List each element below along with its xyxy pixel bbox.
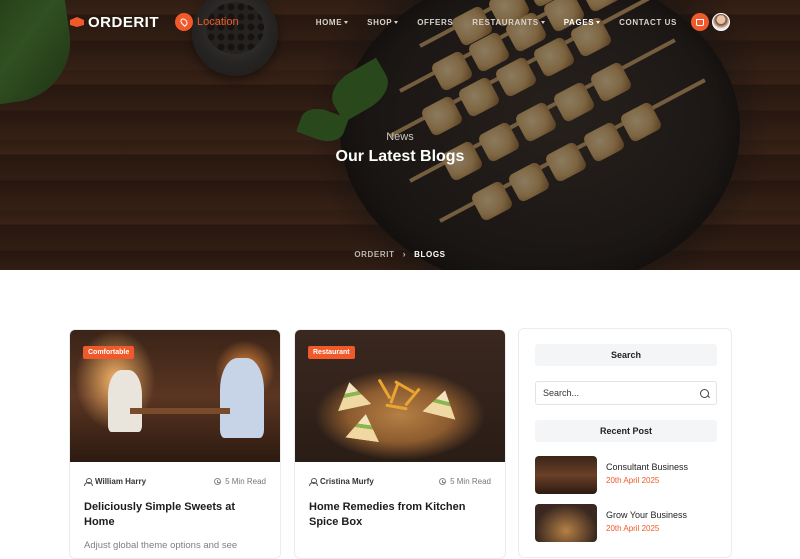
user-avatar[interactable] (712, 13, 730, 31)
recent-post-thumbnail[interactable] (535, 456, 597, 494)
search-heading: Search (535, 344, 717, 366)
menu-item-label: RESTAURANTS (472, 17, 539, 27)
location-pin-icon (175, 13, 193, 31)
menu-item-pages[interactable]: PAGES (563, 17, 601, 27)
blog-card-excerpt: Adjust global theme options and see (84, 540, 238, 551)
recent-post-item[interactable]: Consultant Business 20th April 2025 (535, 456, 688, 494)
brand-logo[interactable]: ORDERIT (70, 14, 159, 31)
category-badge[interactable]: Restaurant (308, 346, 355, 359)
author[interactable]: William Harry (84, 477, 146, 486)
image-sandwich-figure (422, 386, 461, 419)
page-title: Our Latest Blogs (335, 148, 465, 165)
cart-button[interactable] (691, 13, 709, 31)
menu-item-restaurants[interactable]: RESTAURANTS (472, 17, 545, 27)
menu-item-offers[interactable]: OFFERS (417, 18, 453, 27)
chevron-down-icon (596, 20, 601, 24)
breadcrumb-current: BLOGS (414, 249, 446, 259)
hero-banner: ORDERIT Location HOME SHOP OFFERS RESTAU… (0, 0, 800, 270)
author-name: William Harry (95, 477, 147, 486)
chevron-down-icon (540, 20, 545, 24)
blog-card-meta: William Harry 5 Min Read (70, 462, 280, 486)
blog-card[interactable]: Restaurant Cristina Murfy 5 Min Read Hom… (294, 329, 506, 559)
recent-post-item[interactable]: Grow Your Business 20th April 2025 (535, 504, 687, 542)
brand-name: ORDERIT (88, 13, 159, 31)
menu-item-shop[interactable]: SHOP (367, 17, 399, 27)
recent-post-title[interactable]: Grow Your Business (606, 510, 687, 520)
blog-card-image[interactable]: Comfortable (70, 330, 280, 462)
menu-item-home[interactable]: HOME (315, 17, 349, 27)
image-person-figure (108, 370, 142, 432)
menu-item-contact[interactable]: CONTACT US (619, 18, 677, 27)
recent-post-thumbnail[interactable] (535, 504, 597, 542)
blog-card-title[interactable]: Home Remedies from Kitchen Spice Box (295, 486, 505, 530)
recent-post-heading: Recent Post (535, 420, 717, 442)
chevron-down-icon (394, 20, 399, 24)
read-time: 5 Min Read (214, 477, 266, 486)
image-table-figure (130, 408, 230, 414)
menu-item-label: SHOP (367, 17, 393, 27)
search-input[interactable] (543, 388, 693, 398)
search-box[interactable] (535, 381, 717, 405)
image-person-figure (220, 358, 264, 438)
user-icon (309, 477, 318, 486)
menu-item-label: PAGES (563, 17, 595, 27)
recent-post-title[interactable]: Consultant Business (606, 462, 688, 472)
author[interactable]: Cristina Murfy (309, 477, 374, 486)
category-badge[interactable]: Comfortable (83, 346, 135, 359)
blog-card[interactable]: Comfortable William Harry 5 Min Read Del… (69, 329, 281, 559)
user-icon (84, 477, 93, 486)
search-icon[interactable] (700, 388, 709, 398)
main-menu: HOME SHOP OFFERS RESTAURANTS PAGES CONTA… (316, 18, 677, 27)
menu-item-label: HOME (315, 17, 343, 27)
blog-sidebar: Search Recent Post Consultant Business 2… (518, 328, 732, 558)
location-selector[interactable]: Location (175, 13, 239, 31)
recent-post-date: 20th April 2025 (606, 476, 660, 485)
recent-post-date: 20th April 2025 (606, 524, 660, 533)
breadcrumb: ORDERIT › BLOGS (0, 249, 800, 259)
top-navigation: ORDERIT Location HOME SHOP OFFERS RESTAU… (0, 0, 800, 44)
chevron-down-icon (344, 20, 349, 24)
blog-card-meta: Cristina Murfy 5 Min Read (295, 462, 505, 486)
read-time-label: 5 Min Read (450, 477, 491, 486)
breadcrumb-separator-icon: › (402, 249, 407, 259)
image-fry-figure (377, 378, 392, 400)
blog-card-image[interactable]: Restaurant (295, 330, 505, 462)
read-time-label: 5 Min Read (225, 477, 266, 486)
clock-icon (214, 478, 222, 485)
menu-item-label: CONTACT US (619, 17, 677, 27)
location-label: Location (197, 16, 239, 28)
menu-item-label: OFFERS (417, 17, 454, 27)
breadcrumb-home-link[interactable]: ORDERIT (354, 250, 394, 259)
blog-card-title[interactable]: Deliciously Simple Sweets at Home (70, 486, 280, 530)
image-sandwich-figure (345, 412, 382, 442)
clock-icon (439, 478, 447, 485)
logo-icon (70, 16, 84, 28)
author-name: Cristina Murfy (320, 477, 374, 486)
cart-icon (696, 18, 704, 26)
read-time: 5 Min Read (439, 477, 491, 486)
image-sandwich-figure (333, 379, 372, 412)
hero-subtitle: News (386, 131, 414, 143)
